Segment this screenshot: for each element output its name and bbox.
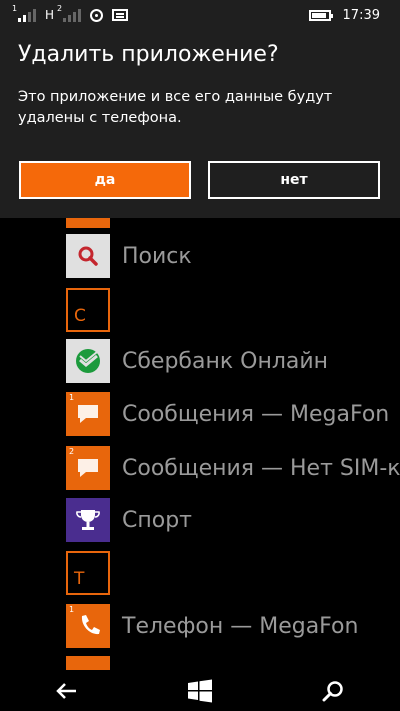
clock: 17:39 [342, 7, 380, 23]
back-arrow-icon [55, 682, 76, 699]
app-notification-icon [90, 8, 104, 22]
app-tile [66, 234, 110, 278]
dialog-title: Удалить приложение? [18, 42, 279, 67]
app-name: Сбербанк Онлайн [122, 348, 329, 374]
list-item-messages-nosim[interactable]: 2 Сообщения — Нет SIM-к [66, 446, 400, 490]
sberbank-logo-icon [76, 349, 100, 373]
list-item[interactable] [66, 218, 110, 228]
app-tile [66, 656, 110, 670]
sim-badge: 1 [69, 393, 75, 402]
letter-tile[interactable]: С [66, 288, 110, 332]
list-item[interactable] [66, 656, 110, 670]
app-name: Спорт [122, 507, 192, 533]
navigation-bar [0, 670, 400, 711]
app-name: Поиск [122, 243, 192, 269]
windows-logo-icon [187, 679, 212, 702]
signal-strength-2-icon: 2 [57, 4, 82, 22]
letter-tile[interactable]: Т [66, 551, 110, 595]
list-item-sberbank[interactable]: Сбербанк Онлайн [66, 339, 328, 383]
trophy-icon [76, 510, 100, 530]
app-name: Телефон — MegaFon [122, 613, 359, 639]
search-icon [322, 680, 344, 701]
battery-icon [308, 9, 333, 21]
no-button[interactable]: нет [208, 161, 380, 199]
status-bar: 1 H 2 17:39 [0, 0, 400, 30]
search-icon [78, 246, 98, 266]
back-button[interactable] [47, 674, 87, 708]
list-item-sport[interactable]: Спорт [66, 498, 192, 542]
app-list[interactable]: Поиск С Сбербанк Онлайн 1 Сообщения — Me… [0, 218, 400, 670]
message-notification-icon [112, 9, 129, 21]
start-button[interactable] [180, 674, 220, 708]
app-name: Сообщения — Нет SIM-к [122, 455, 400, 481]
app-tile: 2 [66, 446, 110, 490]
app-tile [66, 339, 110, 383]
list-item-messages-megafon[interactable]: 1 Сообщения — MegaFon [66, 392, 389, 436]
dialog-message: Это приложение и все его данные будут уд… [18, 89, 333, 126]
app-name: Сообщения — MegaFon [122, 401, 390, 427]
search-button[interactable] [313, 674, 353, 708]
uninstall-dialog: Удалить приложение? Это приложение и все… [0, 30, 400, 218]
sim-badge: 1 [69, 605, 75, 614]
sim-badge: 2 [69, 447, 75, 456]
app-tile [66, 498, 110, 542]
signal-strength-icon: 1 [12, 4, 36, 22]
network-type: H [45, 8, 55, 22]
list-item-search[interactable]: Поиск [66, 234, 192, 278]
app-tile: 1 [66, 392, 110, 436]
list-item-phone-megafon[interactable]: 1 Телефон — MegaFon [66, 604, 358, 648]
yes-button[interactable]: да [19, 161, 191, 199]
letter-header-s[interactable]: С [66, 288, 110, 332]
app-tile: 1 [66, 604, 110, 648]
app-tile [66, 218, 110, 228]
letter-header-t[interactable]: Т [66, 551, 110, 595]
